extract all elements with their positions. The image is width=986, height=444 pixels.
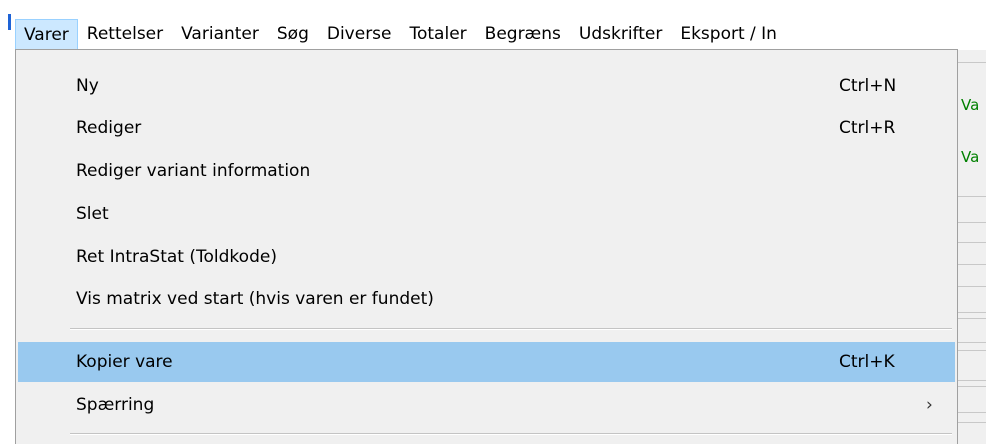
- background-window: Va Va: [956, 50, 986, 444]
- background-divider: [956, 312, 986, 313]
- menu-begraens[interactable]: Begræns: [476, 19, 570, 50]
- background-divider: [956, 386, 986, 387]
- menu-item-label: Slet: [76, 204, 109, 224]
- menu-separator: [70, 328, 952, 330]
- menu-item-slet[interactable]: Slet: [18, 194, 955, 234]
- menu-item-ny[interactable]: Ny Ctrl+N: [18, 66, 955, 106]
- menu-item-label: Vis matrix ved start (hvis varen er fund…: [76, 289, 434, 309]
- window-accent-mark: [8, 14, 11, 30]
- menu-udskrifter[interactable]: Udskrifter: [570, 19, 671, 50]
- menu-bar-items: Varer Rettelser Varianter Søg Diverse To…: [15, 19, 786, 50]
- background-divider: [956, 412, 986, 413]
- background-divider: [956, 380, 986, 381]
- background-divider: [956, 222, 986, 223]
- background-divider: [956, 242, 986, 243]
- background-label: Va: [961, 96, 980, 114]
- menu-rettelser[interactable]: Rettelser: [78, 19, 172, 50]
- menu-diverse[interactable]: Diverse: [318, 19, 401, 50]
- menu-item-shortcut: Ctrl+R: [839, 118, 896, 138]
- menu-item-vis-matrix[interactable]: Vis matrix ved start (hvis varen er fund…: [18, 279, 955, 319]
- menu-varer[interactable]: Varer: [15, 19, 78, 50]
- background-divider: [956, 422, 986, 423]
- background-divider: [956, 62, 986, 63]
- menu-item-shortcut: Ctrl+N: [839, 76, 897, 96]
- menu-varianter[interactable]: Varianter: [172, 19, 268, 50]
- menu-totaler[interactable]: Totaler: [401, 19, 476, 50]
- menu-item-kopier-vare[interactable]: Kopier vare Ctrl+K: [18, 342, 955, 382]
- submenu-arrow-icon: ›: [926, 395, 933, 415]
- menu-item-label: Rediger variant information: [76, 161, 311, 181]
- menu-item-label: Spærring: [76, 395, 155, 415]
- varer-dropdown-menu: Ny Ctrl+N Rediger Ctrl+R Rediger variant…: [15, 49, 958, 444]
- background-divider: [956, 318, 986, 319]
- menu-eksport-import[interactable]: Eksport / In: [671, 19, 786, 50]
- menu-item-label: Ret IntraStat (Toldkode): [76, 247, 277, 267]
- menu-item-label: Kopier vare: [76, 352, 173, 372]
- menu-separator: [70, 433, 952, 435]
- background-label: Va: [961, 148, 980, 166]
- menu-item-shortcut: Ctrl+K: [839, 352, 895, 372]
- background-divider: [956, 286, 986, 287]
- menu-bar: Varer Rettelser Varianter Søg Diverse To…: [0, 0, 986, 50]
- menu-item-label: Ny: [76, 76, 99, 96]
- menu-item-rediger[interactable]: Rediger Ctrl+R: [18, 108, 955, 148]
- menu-item-rediger-variant-information[interactable]: Rediger variant information: [18, 151, 955, 191]
- background-divider: [956, 264, 986, 265]
- background-divider: [956, 350, 986, 351]
- menu-item-ret-intrastat[interactable]: Ret IntraStat (Toldkode): [18, 237, 955, 277]
- menu-item-label: Rediger: [76, 118, 142, 138]
- background-divider: [956, 342, 986, 343]
- menu-sog[interactable]: Søg: [268, 19, 318, 50]
- background-divider: [956, 196, 986, 197]
- menu-item-spaerring[interactable]: Spærring ›: [18, 385, 955, 425]
